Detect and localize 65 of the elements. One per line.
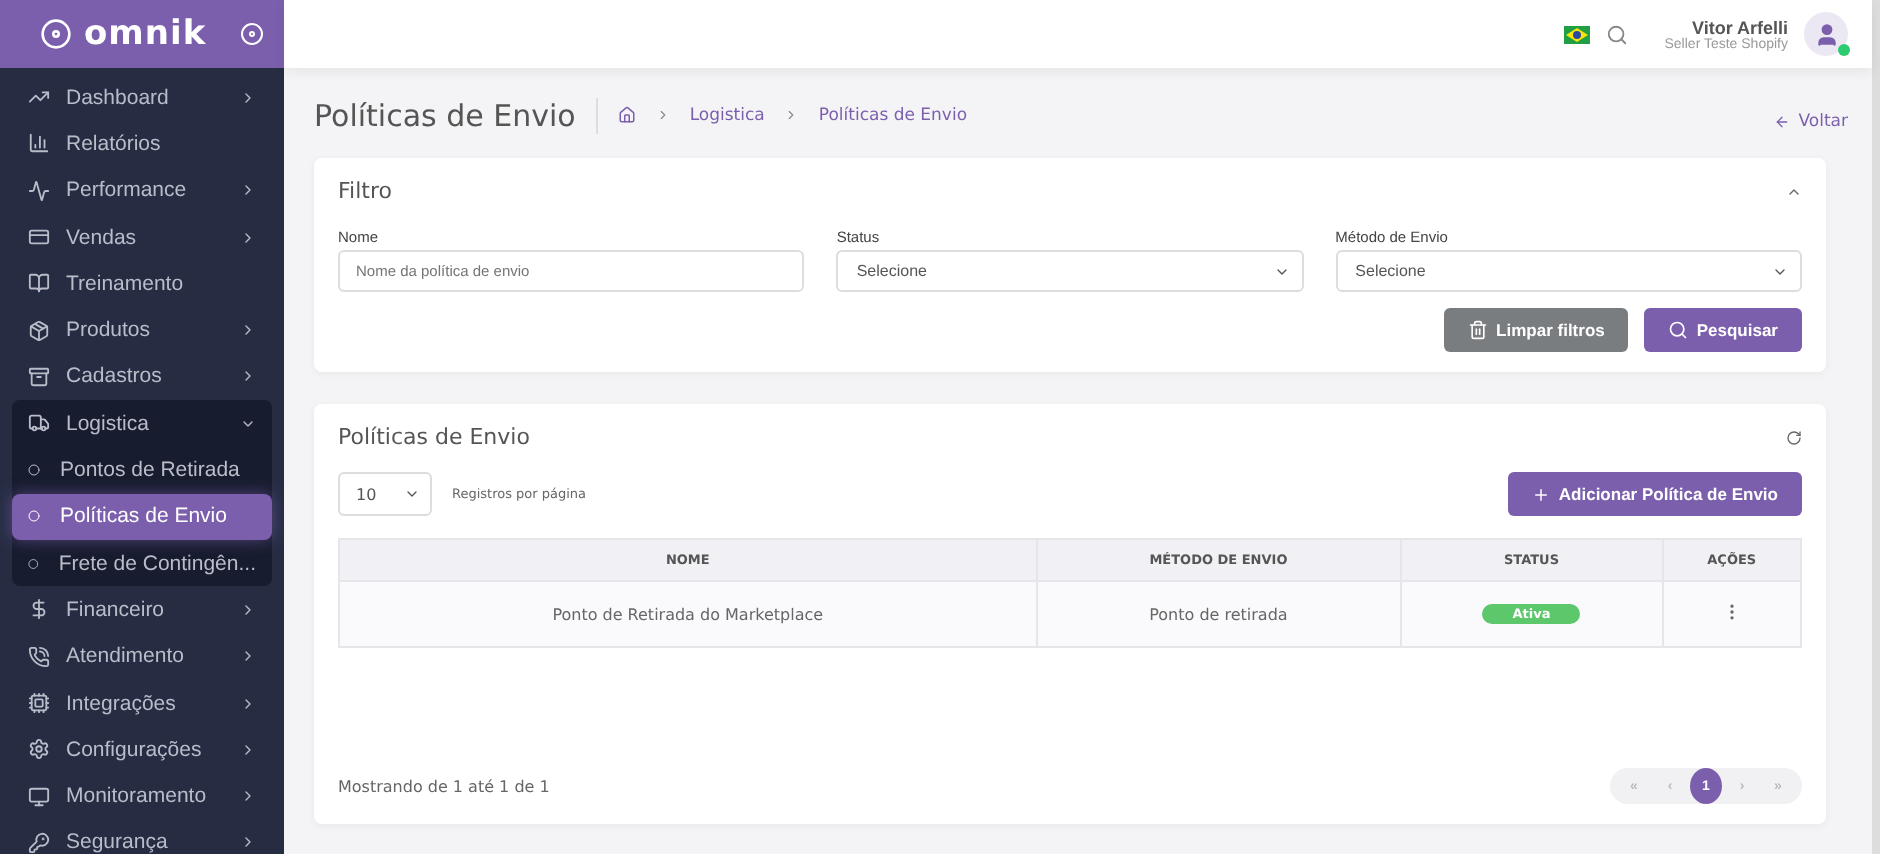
avatar[interactable] [1804,12,1848,56]
breadcrumb-link[interactable]: Logistica [689,105,765,125]
table-cell: Ponto de retirada [1036,581,1401,647]
table-cell: Ponto de Retirada do Marketplace [339,581,1037,647]
back-link[interactable]: Voltar [1774,111,1848,131]
menu-icon [28,132,50,155]
menu-icon [28,365,50,388]
trash-icon [1468,320,1489,340]
add-policy-button[interactable]: Adicionar Política de Envio [1508,472,1802,516]
sidebar-item[interactable]: Integrações [12,679,272,727]
submenu-item[interactable]: Políticas de Envio [12,493,272,540]
logo-icon [40,18,72,50]
search-icon [1668,320,1689,340]
sidebar-item[interactable]: Relatórios [12,120,272,168]
home-icon[interactable] [617,106,636,124]
sidebar-item[interactable]: Dashboard [12,74,272,121]
menu-icon [28,645,50,668]
menu-icon [28,412,50,435]
submenu-item[interactable]: Frete de Contingên... [12,539,272,587]
user-icon [1813,21,1839,47]
menu-icon [28,226,50,249]
menu-icon [28,738,50,761]
separator-icon [655,108,670,122]
sidebar-item[interactable]: Logistica [12,400,272,447]
caret-icon [404,486,420,502]
sidebar-item[interactable]: Cadastros [12,353,272,401]
bullet-icon [28,464,40,477]
sidebar-item[interactable]: Monitoramento [12,772,272,820]
search-icon[interactable] [1606,23,1629,45]
records-summary: Mostrando de 1 até 1 de 1 [338,777,550,795]
menu-icon [28,179,50,202]
menu-icon [28,785,50,808]
clear-filters-button[interactable]: Limpar filtros [1444,308,1629,352]
user-name: Vitor Arfelli [1691,17,1788,37]
flag-icon[interactable] [1564,25,1591,43]
card-title: Filtro [338,178,392,204]
sidebar-item[interactable]: Treinamento [12,260,272,307]
sidebar-item[interactable]: Financeiro [12,586,272,634]
bullet-icon [28,510,40,523]
sidebar-item[interactable]: Produtos [12,306,272,354]
page-size-select[interactable]: 10 [338,472,432,516]
card-title: Políticas de Envio [338,424,530,450]
breadcrumb-link[interactable]: Políticas de Envio [818,105,968,125]
sidebar-item[interactable]: Vendas [12,213,272,261]
separator-icon [784,108,799,122]
sidebar-item[interactable]: Configurações [12,726,272,773]
bullet-icon [28,557,39,570]
search-button[interactable]: Pesquisar [1644,308,1802,352]
plus-icon [1532,485,1551,503]
sidebar-item[interactable]: Performance [12,167,272,214]
toggle-icon[interactable] [240,22,264,46]
sidebar-item[interactable]: Atendimento [12,633,272,680]
menu-icon [28,598,50,621]
menu-icon [28,831,50,854]
select-field[interactable]: Selecione [1335,250,1802,292]
arrow-left-icon [1774,113,1791,129]
menu-icon [28,319,50,342]
sidebar-item[interactable]: Segurança [12,819,272,854]
menu-icon [28,692,50,714]
select-field[interactable]: Selecione [836,250,1304,292]
page-title: Políticas de Envio [314,97,598,133]
brand-logo: omnik [84,14,209,54]
submenu-item[interactable]: Pontos de Retirada [12,446,272,494]
refresh-icon[interactable] [1786,429,1802,445]
menu-icon [28,272,50,295]
